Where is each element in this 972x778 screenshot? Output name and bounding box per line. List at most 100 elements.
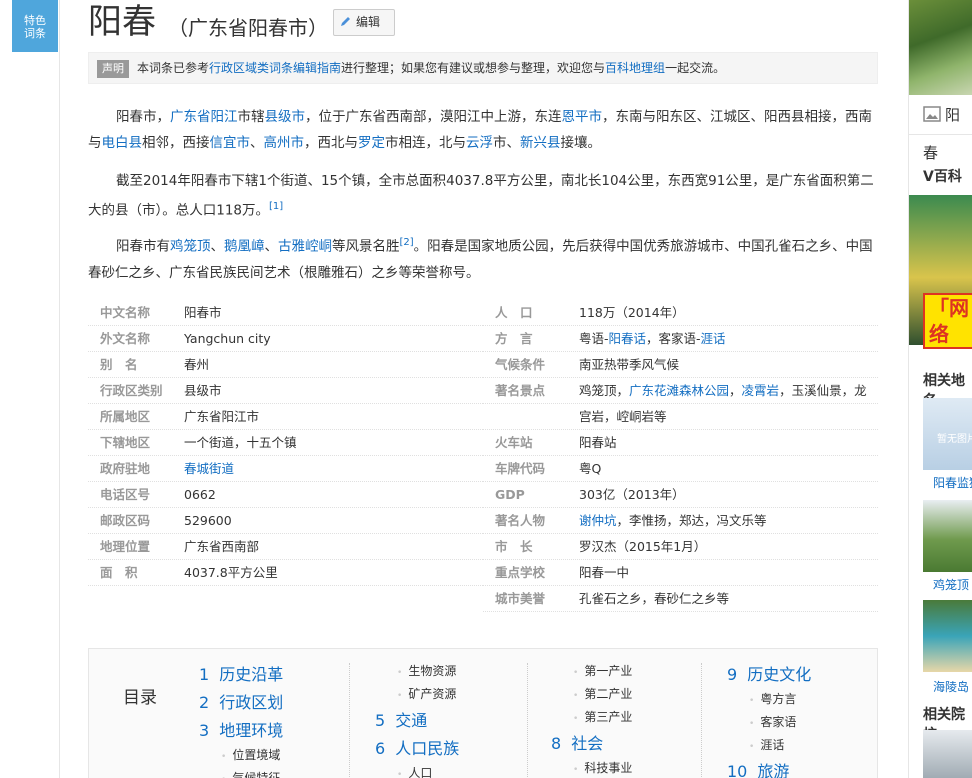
inline-text: ，西北与: [304, 135, 358, 151]
related-place-caption-2[interactable]: 鸡笼顶: [933, 576, 969, 593]
inline-link[interactable]: 县级市: [265, 109, 306, 125]
toc-subitem[interactable]: 第一产业: [551, 661, 632, 684]
inline-link[interactable]: 广东省阳江: [170, 109, 238, 125]
toc-heading[interactable]: 6 人口民族: [375, 735, 459, 763]
related-place-thumb-3[interactable]: [923, 600, 972, 672]
toc-subitem[interactable]: 科技事业: [551, 758, 632, 778]
toc-heading[interactable]: 9 历史文化: [727, 661, 811, 689]
info-key: 重点学校: [495, 565, 546, 580]
inline-text: 市辖: [237, 109, 265, 125]
basic-info-right: 人 口 118万（2014年） 方 言 粤语-阳春话，客家语-涯话 气候条件 南亚热带季风…: [483, 300, 878, 612]
info-value: Yangchun city: [184, 326, 483, 351]
intro-paragraph-2: 截至2014年阳春市下辖1个街道、15个镇，全市总面积4037.8平方公里，南北…: [88, 168, 878, 224]
toc-subitem[interactable]: 涯话: [727, 735, 811, 758]
notice-text-3: 一起交流。: [665, 61, 726, 75]
edit-button[interactable]: 编辑: [333, 9, 395, 36]
info-value: 鸡笼顶，广东花滩森林公园，凌霄岩，玉溪仙景，龙: [579, 378, 878, 403]
geography-group-link[interactable]: 百科地理组: [605, 61, 665, 75]
editing-guide-link[interactable]: 行政区域类词条编辑指南: [209, 61, 341, 75]
info-row: 宫岩，崆峒岩等: [483, 404, 878, 430]
page-subtitle: （广东省阳春市）: [168, 16, 328, 40]
inline-text: 粤语-: [579, 331, 609, 346]
badge-line-2: 词条: [24, 27, 46, 40]
toc-number: 3: [199, 721, 210, 740]
info-row: 市 长 罗汉杰（2015年1月）: [483, 534, 878, 560]
related-place-caption-3[interactable]: 海陵岛: [933, 678, 969, 695]
info-key: 人 口: [495, 305, 533, 320]
toc-heading[interactable]: 3 地理环境: [199, 717, 283, 745]
inline-text: ，: [729, 383, 742, 398]
city-photo-caption[interactable]: 阳春: [909, 96, 972, 162]
inline-link[interactable]: 罗定: [358, 135, 385, 151]
inline-link[interactable]: 凌霄岩: [742, 383, 780, 398]
citation-ref[interactable]: [2]: [400, 237, 414, 248]
inline-text: 4037.8平方公里: [184, 565, 278, 580]
toc-heading[interactable]: 8 社会: [551, 730, 632, 758]
inline-link[interactable]: 鹅凰嶂: [224, 239, 265, 255]
info-row: 火车站 阳春站: [483, 430, 878, 456]
inline-text: 303亿（2013年）: [579, 487, 685, 502]
vbaike-banner[interactable]: 「网络: [909, 195, 972, 349]
related-school-thumb[interactable]: [923, 730, 972, 778]
toc-subitem[interactable]: 第二产业: [551, 684, 632, 707]
inline-link[interactable]: 云浮: [466, 135, 493, 151]
info-row: 外文名称 Yangchun city: [88, 326, 483, 352]
inline-link[interactable]: 阳春话: [609, 331, 647, 346]
toc-heading[interactable]: 5 交通: [375, 707, 459, 735]
notice-bar: 声明 本词条已参考行政区域类词条编辑指南进行整理；如果您有建议或想参与整理，欢迎您…: [88, 52, 878, 84]
toc-subitem[interactable]: 位置境域: [199, 745, 283, 768]
inline-link[interactable]: 新兴县: [520, 135, 561, 151]
inline-text: ，位于广东省西南部，漠阳江中上游，东连: [305, 109, 562, 125]
intro-paragraph-1: 阳春市，广东省阳江市辖县级市，位于广东省西南部，漠阳江中上游，东连恩平市，东南与…: [88, 104, 878, 156]
image-icon: [923, 106, 941, 122]
info-key: 下辖地区: [100, 435, 151, 450]
toc-column-3: 第一产业第二产业第三产业 8 社会科技事业: [551, 661, 632, 778]
inline-text: 阳春站: [579, 435, 617, 450]
related-place-caption-1[interactable]: 阳春监狱: [933, 474, 972, 491]
info-value: 广东省阳江市: [184, 404, 483, 429]
info-value: 阳春市: [184, 300, 483, 325]
inline-link[interactable]: 电白县: [102, 135, 143, 151]
toc-subitem[interactable]: 客家语: [727, 712, 811, 735]
toc-number: 6: [375, 739, 386, 758]
toc-subitem[interactable]: 第三产业: [551, 707, 632, 730]
inline-text: 阳春一中: [579, 565, 630, 580]
related-place-thumb-1[interactable]: 暂无图片: [923, 398, 972, 470]
toc-subitem[interactable]: 粤方言: [727, 689, 811, 712]
inline-link[interactable]: 古雅崆峒: [278, 239, 332, 255]
inline-link[interactable]: 春城街道: [184, 461, 234, 476]
info-value: 宫岩，崆峒岩等: [579, 404, 878, 429]
info-value: 孔雀石之乡，春砂仁之乡等: [579, 586, 878, 611]
toc-number: 10: [727, 762, 748, 778]
info-row: 下辖地区 一个街道，十五个镇: [88, 430, 483, 456]
city-photo[interactable]: [909, 0, 972, 95]
inline-link[interactable]: 恩平市: [562, 109, 603, 125]
info-key: GDP: [495, 487, 525, 502]
info-key: 政府驻地: [100, 461, 151, 476]
toc-subitem[interactable]: 矿产资源: [375, 684, 459, 707]
inline-link[interactable]: 谢仲坑: [579, 513, 617, 528]
inline-link[interactable]: 高州市: [264, 135, 305, 151]
inline-link[interactable]: 信宜市: [210, 135, 251, 151]
toc-heading-text: 社会: [571, 734, 604, 753]
info-row: 车牌代码 粤Q: [483, 456, 878, 482]
toc-heading[interactable]: 2 行政区划: [199, 689, 283, 717]
inline-text: 市相连，北与: [385, 135, 466, 151]
inline-link[interactable]: 鸡笼顶: [170, 239, 211, 255]
toc-subitem[interactable]: 人口: [375, 763, 459, 778]
info-key: 外文名称: [100, 331, 151, 346]
related-place-thumb-2[interactable]: [923, 500, 972, 572]
info-value: 粤语-阳春话，客家语-涯话: [579, 326, 878, 351]
inline-link[interactable]: 涯话: [701, 331, 726, 346]
inline-link[interactable]: 广东花滩森林公园: [629, 383, 729, 398]
info-row: 别 名 春州: [88, 352, 483, 378]
citation-ref[interactable]: [1]: [269, 201, 283, 212]
toc-heading[interactable]: 1 历史沿革: [199, 661, 283, 689]
inline-text: 南亚热带季风气候: [579, 357, 680, 372]
featured-entry-badge[interactable]: 特色 词条: [12, 0, 58, 52]
toc-heading[interactable]: 10 旅游: [727, 758, 811, 778]
toc-subitem[interactable]: 生物资源: [375, 661, 459, 684]
toc-subitem[interactable]: 气候特征: [199, 768, 283, 778]
toc-number: 2: [199, 693, 210, 712]
info-key: 电话区号: [100, 487, 151, 502]
